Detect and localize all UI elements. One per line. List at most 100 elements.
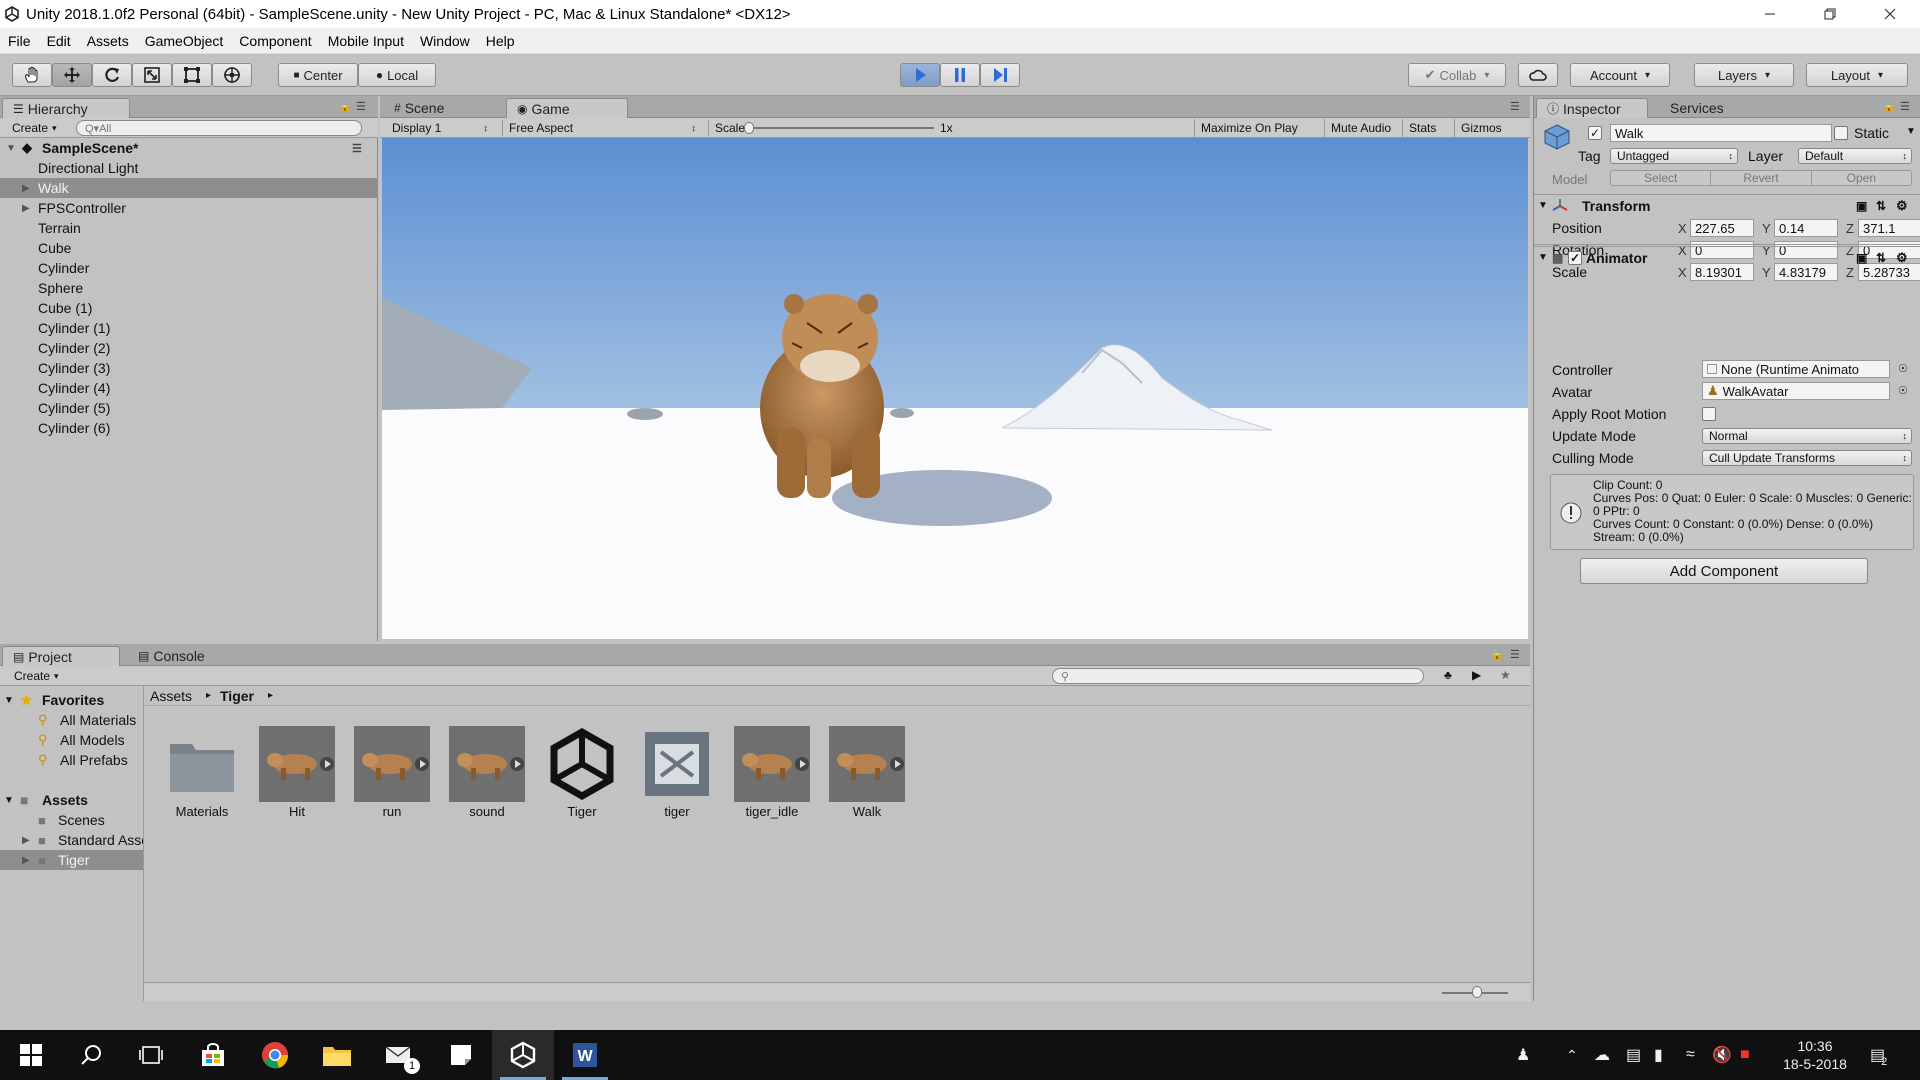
tab-project[interactable]: ▤ Project xyxy=(2,646,120,666)
static-dropdown-icon[interactable]: ▼ xyxy=(1906,126,1916,137)
restore-button[interactable] xyxy=(1800,0,1860,28)
show-hidden-icons-button[interactable]: ⌃ xyxy=(1566,1030,1578,1080)
folder-item[interactable]: ▶ ■ Tiger xyxy=(0,850,143,870)
menu-edit[interactable]: Edit xyxy=(39,33,79,49)
folder-item[interactable]: ■ Scenes xyxy=(0,810,143,830)
layer-dropdown[interactable]: Default xyxy=(1798,148,1912,164)
hierarchy-item[interactable]: Sphere xyxy=(0,278,378,298)
scale-tool-button[interactable] xyxy=(132,63,172,87)
move-tool-button[interactable] xyxy=(52,63,92,87)
object-picker-icon[interactable]: ☉ xyxy=(1898,384,1908,397)
assets-root-row[interactable]: ▼ ■ Assets xyxy=(0,790,143,810)
transform-tool-button[interactable] xyxy=(212,63,252,87)
hierarchy-item[interactable]: Cube (1) xyxy=(0,298,378,318)
favorite-item[interactable]: ⚲ All Materials xyxy=(0,710,143,730)
close-button[interactable] xyxy=(1860,0,1920,28)
position-x-field[interactable]: 227.65 xyxy=(1690,219,1754,237)
hierarchy-item[interactable]: Cylinder xyxy=(0,258,378,278)
layers-dropdown[interactable]: Layers xyxy=(1694,63,1794,87)
step-button[interactable] xyxy=(980,63,1020,87)
asset-item[interactable]: tiger xyxy=(635,726,719,826)
task-view-button[interactable] xyxy=(120,1030,182,1080)
project-create-dropdown[interactable]: Create xyxy=(14,668,59,684)
position-z-field[interactable]: 371.1 xyxy=(1858,219,1920,237)
cloud-button[interactable] xyxy=(1518,63,1558,87)
menu-assets[interactable]: Assets xyxy=(79,33,137,49)
panel-menu-icon[interactable]: ☰ xyxy=(356,100,366,113)
stats-toggle[interactable]: Stats xyxy=(1402,119,1442,137)
expand-arrow-icon[interactable]: ▶ xyxy=(22,855,30,866)
hierarchy-item[interactable]: ▶ FPSController xyxy=(0,198,378,218)
word-button[interactable]: W xyxy=(554,1030,616,1080)
hierarchy-item[interactable]: Cylinder (2) xyxy=(0,338,378,358)
favorites-row[interactable]: ▼ ★ Favorites xyxy=(0,690,143,710)
collab-button[interactable]: ✔ Collab xyxy=(1408,63,1506,87)
pivot-center-button[interactable]: ■ Center xyxy=(278,63,358,87)
tablet-icon[interactable]: ▤ xyxy=(1626,1030,1641,1080)
hierarchy-item[interactable]: Cylinder (5) xyxy=(0,398,378,418)
expand-arrow-icon[interactable]: ▶ xyxy=(22,835,30,846)
onedrive-cloud-icon[interactable]: ☁ xyxy=(1594,1030,1610,1080)
gizmos-dropdown[interactable]: Gizmos xyxy=(1454,119,1508,137)
hierarchy-item[interactable]: Cylinder (4) xyxy=(0,378,378,398)
help-book-icon[interactable]: ▣ xyxy=(1856,199,1867,213)
lock-icon[interactable]: 🔒 xyxy=(338,100,352,113)
game-render-viewport[interactable] xyxy=(382,138,1528,639)
display-dropdown[interactable]: Display 1 ↕ xyxy=(392,120,492,136)
update-mode-dropdown[interactable]: Normal xyxy=(1702,428,1912,444)
mail-button[interactable]: 1 xyxy=(368,1030,430,1080)
active-checkbox[interactable]: ✓ xyxy=(1588,126,1602,140)
model-revert-button[interactable]: Revert xyxy=(1711,171,1812,185)
position-y-field[interactable]: 0.14 xyxy=(1774,219,1838,237)
search-button[interactable] xyxy=(60,1030,122,1080)
menu-file[interactable]: File xyxy=(0,33,39,49)
pivot-local-button[interactable]: ● Local xyxy=(358,63,436,87)
menu-window[interactable]: Window xyxy=(412,33,478,49)
lock-icon[interactable]: 🔒 xyxy=(1882,100,1896,113)
battery-icon[interactable]: ▮ xyxy=(1654,1030,1663,1080)
unity-taskbar-button[interactable] xyxy=(492,1030,554,1080)
scale-slider-thumb[interactable] xyxy=(744,122,754,134)
file-explorer-button[interactable] xyxy=(306,1030,368,1080)
avatar-field[interactable]: ♟ WalkAvatar xyxy=(1702,382,1890,400)
expand-arrow-icon[interactable]: ▶ xyxy=(22,183,30,194)
gear-icon[interactable]: ⚙ xyxy=(1896,250,1908,266)
icon-size-slider-thumb[interactable] xyxy=(1472,986,1482,998)
sticky-notes-button[interactable] xyxy=(430,1030,492,1080)
panel-menu-icon[interactable]: ☰ xyxy=(1900,100,1910,113)
expand-arrow-icon[interactable]: ▶ xyxy=(22,203,30,214)
asset-item[interactable]: Tiger xyxy=(540,726,624,826)
start-button[interactable] xyxy=(0,1030,62,1080)
scale-slider-track[interactable] xyxy=(748,127,934,129)
people-icon[interactable]: ♟ xyxy=(1516,1030,1530,1080)
hierarchy-item[interactable]: Cube xyxy=(0,238,378,258)
hand-tool-button[interactable] xyxy=(12,63,52,87)
layout-dropdown[interactable]: Layout xyxy=(1806,63,1908,87)
tab-hierarchy[interactable]: ☰ Hierarchy xyxy=(2,98,130,118)
menu-component[interactable]: Component xyxy=(231,33,319,49)
account-dropdown[interactable]: Account xyxy=(1570,63,1670,87)
controller-field[interactable]: None (Runtime Animato xyxy=(1702,360,1890,378)
menu-gameobject[interactable]: GameObject xyxy=(137,33,232,49)
mute-audio-toggle[interactable]: Mute Audio xyxy=(1324,119,1397,137)
root-motion-checkbox[interactable] xyxy=(1702,407,1716,421)
rect-tool-button[interactable] xyxy=(172,63,212,87)
hierarchy-create-dropdown[interactable]: Create xyxy=(12,120,57,136)
folder-item[interactable]: ▶ ■ Standard Assets xyxy=(0,830,143,850)
hierarchy-item[interactable]: Directional Light xyxy=(0,158,378,178)
antivirus-gift-icon[interactable]: ■ xyxy=(1740,1030,1750,1080)
tab-scene[interactable]: # Scene xyxy=(384,98,492,118)
rotate-tool-button[interactable] xyxy=(92,63,132,87)
transform-header[interactable]: ▼ Transform ▣ ⇅ ⚙ xyxy=(1534,194,1920,216)
tag-dropdown[interactable]: Untagged xyxy=(1610,148,1738,164)
play-button[interactable] xyxy=(900,63,940,87)
tab-services[interactable]: Services xyxy=(1660,98,1750,118)
tab-inspector[interactable]: ⓘ Inspector xyxy=(1536,98,1648,118)
minimize-button[interactable] xyxy=(1740,0,1800,28)
pause-button[interactable] xyxy=(940,63,980,87)
scene-menu-icon[interactable]: ☰ xyxy=(352,142,362,155)
favorite-item[interactable]: ⚲ All Prefabs xyxy=(0,750,143,770)
asset-item[interactable]: sound xyxy=(445,726,529,826)
culling-mode-dropdown[interactable]: Cull Update Transforms xyxy=(1702,450,1912,466)
hierarchy-search-input[interactable]: Q▾All xyxy=(76,120,362,136)
